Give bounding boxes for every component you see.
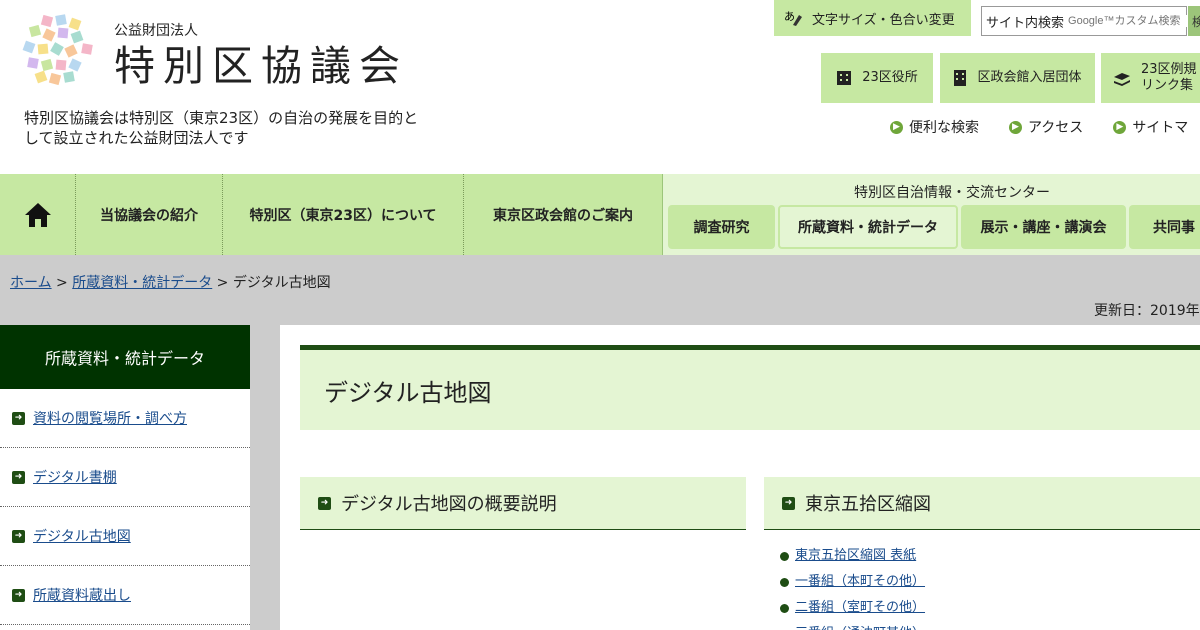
- arrow-right-icon: ➜: [318, 496, 331, 510]
- site-search: サイト内検索: [981, 6, 1189, 36]
- list-item[interactable]: 東京五拾区縮図 表紙: [780, 543, 925, 569]
- sidebar-item-label: 資料の閲覧場所・調べ方: [33, 411, 187, 427]
- map-link: 東京五拾区縮図 表紙: [795, 548, 917, 563]
- updated-date: 更新日：2019年4: [1094, 303, 1200, 319]
- page-title: デジタル古地図: [300, 345, 1200, 430]
- sidebar-title: 所蔵資料・統計データ: [0, 325, 250, 389]
- section-heading-50-ward-map: ➜ 東京五拾区縮図: [764, 477, 1200, 530]
- quick-link-tenant-organizations[interactable]: 区政会館入居団体: [940, 53, 1095, 103]
- sidebar: 所蔵資料・統計データ ➜ 資料の閲覧場所・調べ方 ➜ デジタル書棚 ➜ デジタル古地図…: [0, 325, 250, 630]
- util-link-sitemap[interactable]: ▶ サイトマ: [1113, 117, 1188, 137]
- arrow-right-icon: ▶: [1113, 120, 1127, 134]
- arrow-right-icon: ➜: [12, 588, 25, 602]
- home-icon: [24, 202, 51, 227]
- text-size-icon: あ: [784, 10, 802, 26]
- utility-links: ▶ 便利な検索 ▶ アクセス ▶ サイトマ: [890, 117, 1188, 137]
- quick-link-label: 23区例規 リンク集: [1141, 62, 1197, 93]
- nav-research[interactable]: 調査研究: [668, 205, 775, 249]
- nav-home[interactable]: [0, 174, 76, 255]
- map-link-list: 東京五拾区縮図 表紙 一番組（本町その他） 二番組（室町その他） 三番組（通油町…: [780, 543, 925, 630]
- bullet-icon: [780, 603, 789, 613]
- util-link-search[interactable]: ▶ 便利な検索: [890, 117, 979, 137]
- sidebar-item-reading-room[interactable]: ➜ 資料の閲覧場所・調べ方: [0, 389, 250, 448]
- breadcrumb-separator: >: [51, 275, 73, 291]
- sidebar-item-digital-bookshelf[interactable]: ➜ デジタル書棚: [0, 448, 250, 507]
- nav-about[interactable]: 当協議会の紹介: [76, 174, 223, 255]
- sidebar-item-digital-old-maps[interactable]: ➜ デジタル古地図: [0, 507, 250, 566]
- global-nav: 当協議会の紹介 特別区（東京23区）について 東京区政会館のご案内 特別区自治情…: [0, 174, 1200, 255]
- search-button[interactable]: 検: [1188, 6, 1200, 36]
- search-label: サイト内検索: [986, 15, 1065, 31]
- map-link: 二番組（室町その他）: [795, 600, 926, 615]
- sidebar-item-label: デジタル書棚: [33, 470, 117, 486]
- quick-link-ordinance-links[interactable]: 23区例規 リンク集: [1101, 53, 1200, 103]
- map-link: 一番組（本町その他）: [795, 574, 926, 589]
- info-center-title: 特別区自治情報・交流センター: [854, 185, 1050, 201]
- quick-link-23-ward-offices[interactable]: 23区役所: [821, 53, 933, 103]
- arrow-right-icon: ➜: [782, 496, 795, 510]
- section-heading-label: デジタル古地図の概要説明: [341, 494, 557, 515]
- site-header: 公益財団法人 特別区協議会 特別区協議会は特別区（東京23区）の自治の発展を目的…: [0, 0, 1200, 174]
- nav-exhibitions-lectures[interactable]: 展示・講座・講演会: [961, 205, 1126, 249]
- main-content: デジタル古地図 ➜ デジタル古地図の概要説明 ➜ 東京五拾区縮図 東京五拾区縮図 表…: [280, 325, 1200, 630]
- list-item[interactable]: 一番組（本町その他）: [780, 569, 925, 595]
- util-link-access[interactable]: ▶ アクセス: [1009, 117, 1083, 137]
- site-title[interactable]: 特別区協議会: [114, 40, 408, 92]
- arrow-right-icon: ➜: [12, 529, 25, 543]
- quick-link-label: 23区役所: [862, 70, 918, 85]
- bullet-icon: [780, 577, 789, 587]
- map-link: 三番組（通油町其他）: [795, 621, 925, 630]
- sidebar-item-collection-highlights[interactable]: ➜ 所蔵資料蔵出し: [0, 566, 250, 625]
- list-item[interactable]: 三番組（通油町其他）: [780, 621, 925, 630]
- sidebar-item-label: 所蔵資料蔵出し: [33, 588, 131, 604]
- section-heading-label: 東京五拾区縮図: [805, 494, 931, 515]
- nav-info-center: 特別区自治情報・交流センター 調査研究 所蔵資料・統計データ 展示・講座・講演会…: [662, 174, 1200, 255]
- quick-link-label: 区政会館入居団体: [977, 70, 1082, 85]
- building-icon: [954, 70, 967, 86]
- section-heading-overview: ➜ デジタル古地図の概要説明: [300, 477, 746, 530]
- list-item[interactable]: 二番組（室町その他）: [780, 595, 925, 621]
- books-icon: [1114, 73, 1130, 86]
- bullet-icon: [780, 551, 789, 561]
- nav-special-wards[interactable]: 特別区（東京23区）について: [223, 174, 464, 255]
- arrow-right-icon: ➜: [12, 470, 25, 484]
- sidebar-item-label: デジタル古地図: [33, 529, 131, 545]
- nav-kaikan-guide[interactable]: 東京区政会館のご案内: [464, 174, 662, 255]
- svg-text:あ: あ: [784, 10, 795, 23]
- breadcrumb-parent[interactable]: 所蔵資料・統計データ: [72, 275, 212, 291]
- text-size-label: 文字サイズ・色合い変更: [812, 12, 955, 28]
- breadcrumb: ホーム > 所蔵資料・統計データ > デジタル古地図: [10, 272, 331, 292]
- util-link-label: 便利な検索: [909, 120, 979, 136]
- tagline: 特別区協議会は特別区（東京23区）の自治の発展を目的として設立された公益財団法人…: [24, 109, 419, 147]
- text-size-color-button[interactable]: あ 文字サイズ・色合い変更: [774, 0, 971, 36]
- breadcrumb-separator: >: [212, 275, 233, 291]
- arrow-right-icon: ▶: [890, 120, 903, 134]
- nav-collections-statistics[interactable]: 所蔵資料・統計データ: [778, 205, 958, 249]
- nav-joint-projects[interactable]: 共同事: [1129, 205, 1200, 249]
- arrow-right-icon: ▶: [1009, 120, 1022, 134]
- arrow-right-icon: ➜: [12, 411, 25, 425]
- breadcrumb-home[interactable]: ホーム: [10, 275, 52, 291]
- util-link-label: サイトマ: [1132, 120, 1189, 136]
- logo-icon[interactable]: [20, 14, 96, 86]
- breadcrumb-current: デジタル古地図: [232, 275, 331, 291]
- building-icon: [837, 71, 852, 85]
- search-input[interactable]: [1068, 15, 1189, 27]
- org-type-label: 公益財団法人: [114, 23, 198, 39]
- util-link-label: アクセス: [1028, 120, 1084, 136]
